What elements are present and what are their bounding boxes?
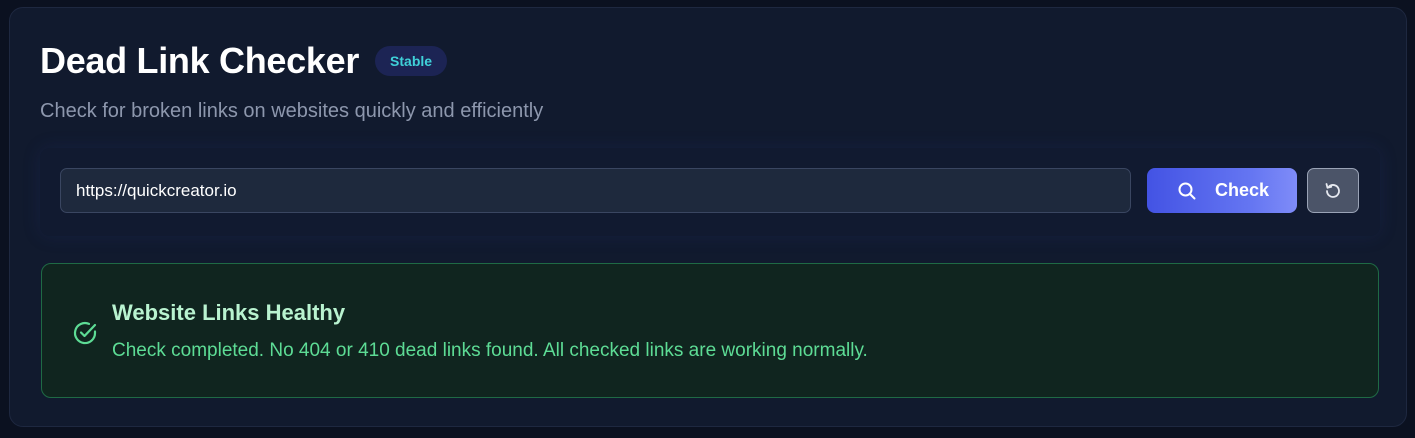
reset-icon [1323,181,1343,201]
header: Dead Link Checker Stable [40,40,448,82]
page-title: Dead Link Checker [40,40,360,81]
result-title: Website Links Healthy [112,300,346,325]
check-button[interactable]: Check [1147,168,1297,213]
page-subtitle: Check for broken links on websites quick… [40,100,544,122]
dead-link-checker-card: Dead Link Checker Stable Check for broke… [9,7,1407,427]
url-input[interactable] [60,168,1131,213]
status-badge: Stable [375,46,448,76]
result-panel: Website Links Healthy Check completed. N… [41,263,1379,398]
check-button-label: Check [1214,180,1270,200]
result-message: Check completed. No 404 or 410 dead link… [112,340,868,361]
reset-button[interactable] [1307,168,1359,213]
check-circle-icon [72,320,98,346]
search-icon [1177,181,1197,201]
